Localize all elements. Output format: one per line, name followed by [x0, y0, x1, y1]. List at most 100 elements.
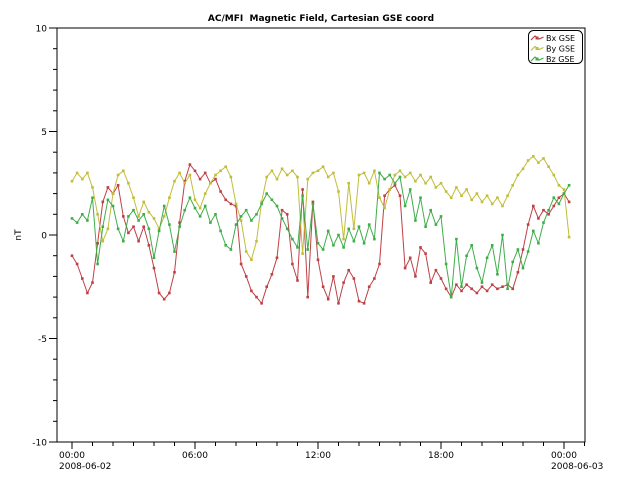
data-point — [306, 178, 309, 181]
series-line — [72, 156, 569, 259]
legend-label: By GSE — [546, 45, 575, 54]
data-point — [378, 196, 381, 199]
data-point — [86, 219, 89, 222]
data-point — [327, 298, 330, 301]
data-point — [317, 259, 320, 262]
data-point — [342, 238, 345, 241]
data-point — [486, 194, 489, 197]
data-point — [81, 277, 84, 280]
data-point — [337, 302, 340, 305]
data-point — [470, 244, 473, 247]
data-point — [491, 283, 494, 286]
data-point — [558, 184, 561, 187]
data-point — [255, 213, 258, 216]
data-point — [353, 240, 356, 243]
data-point — [107, 186, 110, 189]
data-point — [301, 194, 304, 197]
data-point — [122, 170, 125, 173]
data-point — [96, 263, 99, 266]
data-point — [96, 213, 99, 216]
data-point — [291, 170, 294, 173]
data-point — [517, 271, 520, 274]
data-point — [547, 209, 550, 212]
data-point — [481, 285, 484, 288]
data-point — [301, 252, 304, 255]
data-point — [148, 228, 151, 231]
data-point — [189, 174, 192, 177]
data-point — [255, 296, 258, 299]
data-point — [117, 174, 120, 177]
data-point — [276, 178, 279, 181]
data-point — [332, 275, 335, 278]
data-point — [235, 223, 238, 226]
y-tick-label: 5 — [41, 128, 47, 138]
data-point — [173, 180, 176, 183]
data-point — [189, 196, 192, 199]
data-point — [209, 221, 212, 224]
data-point — [353, 228, 356, 231]
data-point — [368, 182, 371, 185]
data-point — [455, 283, 458, 286]
data-point — [465, 188, 468, 191]
data-point — [245, 209, 248, 212]
data-point — [240, 263, 243, 266]
data-point — [117, 228, 120, 231]
data-point — [214, 213, 217, 216]
data-point — [481, 281, 484, 284]
data-point — [168, 223, 171, 226]
data-point — [353, 277, 356, 280]
data-point — [553, 174, 556, 177]
data-point — [102, 240, 105, 243]
data-point — [460, 285, 463, 288]
data-point — [132, 209, 135, 212]
data-point — [173, 271, 176, 274]
legend: Bx GSEBy GSEBz GSE — [529, 31, 583, 65]
y-axis-label: nT — [14, 229, 24, 241]
data-point — [194, 207, 197, 210]
data-point — [496, 196, 499, 199]
data-point — [496, 273, 499, 276]
data-point — [158, 230, 161, 233]
data-point — [178, 172, 181, 175]
data-point — [286, 228, 289, 231]
data-point — [153, 217, 156, 220]
data-point — [194, 170, 197, 173]
data-point — [542, 221, 545, 224]
data-point — [542, 209, 545, 212]
data-point — [399, 194, 402, 197]
data-point — [378, 263, 381, 266]
data-point — [445, 190, 448, 193]
data-point — [394, 174, 397, 177]
data-point — [368, 285, 371, 288]
series-line — [72, 165, 569, 304]
data-point — [419, 174, 422, 177]
data-point — [337, 190, 340, 193]
x-tick-label: 00:00 — [551, 451, 577, 461]
data-point — [214, 178, 217, 181]
data-point — [86, 172, 89, 175]
data-point — [127, 182, 130, 185]
data-point — [404, 176, 407, 179]
data-point — [71, 254, 74, 257]
data-point — [91, 196, 94, 199]
data-point — [373, 238, 376, 241]
data-point — [322, 165, 325, 168]
data-point — [189, 163, 192, 166]
data-point — [347, 228, 350, 231]
data-point — [132, 225, 135, 228]
data-point — [465, 283, 468, 286]
data-point — [553, 205, 556, 208]
data-point — [414, 275, 417, 278]
data-point — [414, 180, 417, 183]
data-point — [486, 257, 489, 260]
x-tick-label: 18:00 — [428, 451, 454, 461]
data-point — [322, 248, 325, 251]
data-point — [527, 250, 530, 253]
data-point — [76, 221, 79, 224]
data-point — [404, 205, 407, 208]
data-point — [271, 199, 274, 202]
data-point — [260, 203, 263, 206]
legend-label: Bz GSE — [546, 55, 575, 64]
data-point — [542, 157, 545, 160]
data-point — [481, 201, 484, 204]
